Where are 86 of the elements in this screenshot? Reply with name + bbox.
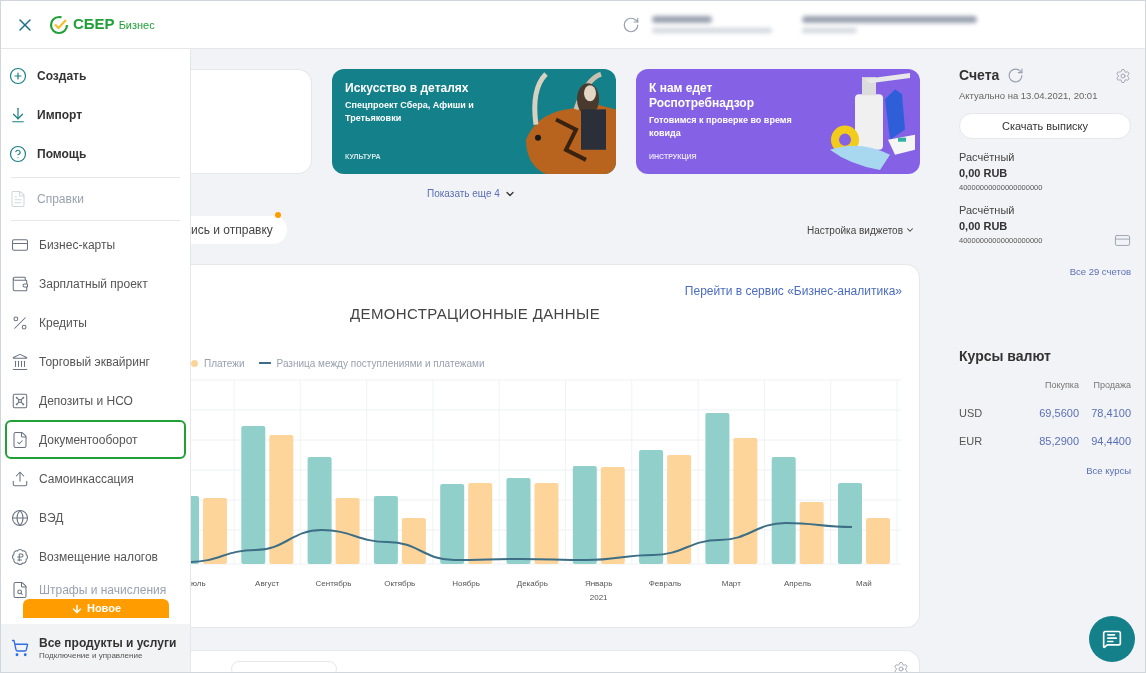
month-label: Апрель [783, 577, 812, 590]
menu-item[interactable]: Депозиты и НСО [5, 381, 186, 420]
menu-item[interactable]: Документооборот [5, 420, 186, 459]
footer-title: Все продукты и услуги [39, 635, 177, 651]
globe-icon [11, 508, 29, 527]
month-label: Февраль [648, 577, 682, 590]
currency-code: EUR [959, 434, 984, 450]
month-label: Ноябрь [452, 577, 480, 590]
banner-title: К нам едет Роспотребнадзор [649, 81, 755, 111]
refresh-icon[interactable] [621, 15, 640, 34]
menu-item[interactable]: Импорт [5, 95, 186, 134]
document-search-icon [11, 581, 29, 599]
widget-settings-link[interactable]: Настройка виджетов [807, 222, 920, 238]
document-icon [9, 190, 27, 208]
sell-rate: 94,4400 [1090, 434, 1131, 450]
sign-pill[interactable]: ись и отправку [191, 216, 287, 244]
accounts-title: Счета [959, 66, 1000, 85]
help-icon [9, 144, 27, 163]
menu-item[interactable]: Кредиты [5, 303, 186, 342]
month-label: Январь [584, 577, 613, 590]
month-label: Март [721, 577, 741, 590]
chat-button[interactable] [1089, 616, 1135, 662]
wallet-icon [11, 274, 29, 293]
refresh-icon[interactable] [1007, 67, 1025, 84]
account-type: Расчётный [959, 151, 1016, 165]
all-products-footer[interactable]: Все продукты и услуги Подключение и управление [1, 624, 190, 672]
column-header: Продажа [1092, 379, 1131, 393]
month-label: юль [191, 577, 206, 590]
percent-icon [11, 313, 29, 332]
footer-subtitle: Подключение и управление [39, 650, 144, 661]
check-circle-icon [49, 14, 69, 35]
sell-rate: 78,4100 [1090, 405, 1131, 421]
menu-item[interactable]: Помощь [5, 134, 186, 173]
column-header: Покупка [1043, 379, 1079, 393]
document-check-icon [11, 430, 29, 449]
month-label: Октябрь [384, 577, 416, 590]
upload-icon [11, 469, 29, 488]
account-type: Расчётный [959, 204, 1016, 218]
menu-item[interactable]: ВЭД [5, 498, 186, 537]
legend-label: Разница между поступлениями и платежами [276, 356, 485, 371]
banner-subtitle: Спецпроект Сбера, Афиши и Третьяковки [345, 99, 475, 126]
legend-label: Платежи [204, 356, 245, 371]
all-accounts-link[interactable]: Все 29 счетов [1069, 265, 1131, 280]
month-label: Сентябрь [315, 577, 352, 590]
chart-bar [335, 497, 360, 564]
month-label: Май [856, 577, 872, 590]
download-statement-button[interactable]: Скачать выписку [959, 113, 1131, 140]
menu-item[interactable]: Торговый эквайринг [5, 342, 186, 381]
ruble-icon [11, 547, 29, 566]
buy-rate: 69,5600 [1038, 405, 1079, 421]
updated-text: Актуально на 13.04.2021, 20:01 [959, 89, 1099, 103]
all-rates-link[interactable]: Все курсы [1086, 463, 1131, 478]
arrow-down-icon [70, 602, 83, 615]
month-label: Декабрь [516, 577, 548, 590]
menu-item[interactable]: Самоинкассация [5, 459, 186, 498]
account-amount: 0,00 RUB [959, 219, 1009, 234]
chart-bar [191, 495, 199, 564]
terminal-icon [11, 352, 29, 371]
menu-item[interactable]: Зарплатный проект [5, 264, 186, 303]
chart-bar [799, 501, 824, 564]
menu-item[interactable]: Бизнес-карты [5, 225, 186, 264]
currency-code: USD [959, 405, 984, 421]
logo[interactable]: СБЕР Бизнес [49, 13, 155, 36]
settings-icon[interactable] [1115, 67, 1131, 84]
chart-bar [203, 497, 227, 564]
account-amount: 0,00 RUB [959, 167, 1009, 181]
rates-title: Курсы валют [959, 347, 1052, 367]
menu-item[interactable]: Возмещение налогов [5, 537, 186, 576]
month-label: Август [255, 577, 280, 590]
import-icon [9, 105, 27, 124]
year-label: 2021 [589, 591, 608, 604]
chat-icon [1102, 629, 1122, 649]
cart-icon [11, 639, 29, 657]
buy-rate: 85,2900 [1038, 434, 1079, 450]
banner-subtitle: Готовимся к проверке во время ковида [649, 114, 793, 141]
chart-bar [373, 495, 398, 564]
show-more-link[interactable]: Показать еще 4 [427, 186, 516, 201]
chart-bar [866, 517, 890, 564]
analytics-link[interactable]: Перейти в сервис «Бизнес-аналитика» [684, 282, 902, 300]
chart-title: ДЕМОНСТРАЦИОННЫЕ ДАННЫЕ [349, 304, 601, 324]
chart-bar [401, 517, 426, 564]
safe-icon [11, 391, 29, 410]
banner-title: Искусство в деталях [345, 81, 470, 96]
plus-circle-icon [9, 66, 27, 85]
menu-item[interactable]: Создать [5, 56, 186, 95]
chevron-down-icon [905, 225, 915, 235]
